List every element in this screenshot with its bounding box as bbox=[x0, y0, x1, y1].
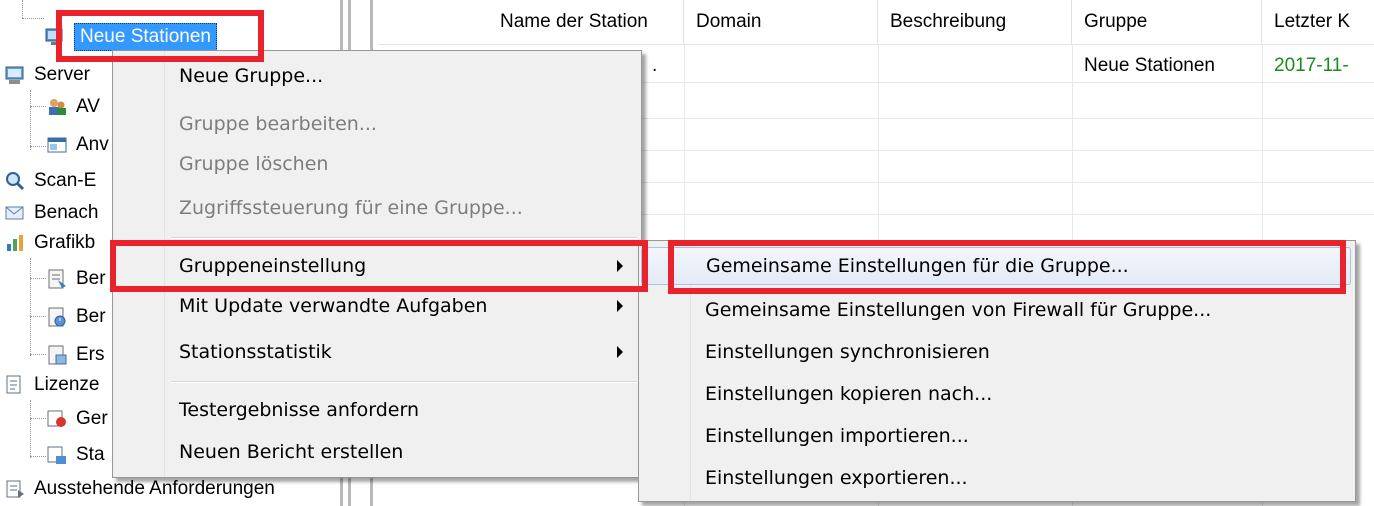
chart-icon bbox=[4, 232, 26, 254]
tree-item-label: Ausstehende Anforderungen bbox=[34, 478, 275, 499]
window-app-icon bbox=[46, 134, 68, 156]
tree-connector bbox=[30, 354, 46, 355]
tree-connector bbox=[30, 400, 31, 458]
tree-item-label: Anv bbox=[76, 134, 109, 155]
license-icon bbox=[4, 374, 26, 396]
submenu-item-synchronisieren[interactable]: Einstellungen synchronisieren bbox=[641, 333, 1351, 371]
menu-item-label: Gemeinsame Einstellungen von Firewall fü… bbox=[705, 299, 1212, 321]
menu-item-label: Einstellungen kopieren nach... bbox=[705, 383, 993, 405]
menu-item-testergebnisse[interactable]: Testergebnisse anfordern bbox=[115, 391, 639, 429]
menu-item-label: Stationsstatistik bbox=[179, 341, 332, 363]
tree-connector bbox=[22, 18, 44, 19]
column-header-description[interactable]: Beschreibung bbox=[878, 0, 1072, 44]
annotation-box-gemeinsame-einstellungen bbox=[668, 240, 1346, 294]
menu-item-label: Testergebnisse anfordern bbox=[179, 399, 419, 421]
menu-item-gruppe-loeschen[interactable]: Gruppe löschen bbox=[115, 145, 639, 183]
menu-item-label: Zugriffssteuerung für eine Gruppe... bbox=[179, 197, 523, 219]
menu-item-label: Gruppe bearbeiten... bbox=[179, 113, 377, 135]
cell-domain bbox=[684, 48, 878, 84]
menu-item-label: Gruppe löschen bbox=[179, 153, 329, 175]
license-stations-icon bbox=[46, 444, 68, 466]
tree-connector bbox=[30, 146, 46, 147]
submenu-arrow-icon bbox=[617, 346, 623, 358]
submenu-item-importieren[interactable]: Einstellungen importieren... bbox=[641, 417, 1351, 455]
menu-item-label: Neuen Bericht erstellen bbox=[179, 441, 404, 463]
menu-item-label: Neue Gruppe... bbox=[179, 65, 324, 87]
submenu-item-exportieren[interactable]: Einstellungen exportieren... bbox=[641, 459, 1351, 497]
scan-magnifier-icon bbox=[4, 170, 26, 192]
tree-connector bbox=[30, 456, 46, 457]
tree-connector bbox=[30, 316, 46, 317]
cell-group: Neue Stationen bbox=[1084, 55, 1215, 76]
report-schedule-icon bbox=[46, 306, 68, 328]
column-header-name[interactable]: Name der Station bbox=[488, 0, 684, 44]
server-icon bbox=[4, 64, 26, 86]
menu-item-neue-gruppe[interactable]: Neue Gruppe... bbox=[115, 57, 639, 95]
annotation-box-gruppeneinstellung bbox=[110, 240, 648, 292]
tree-item-label: Benach bbox=[34, 202, 99, 223]
menu-item-update-aufgaben[interactable]: Mit Update verwandte Aufgaben bbox=[115, 287, 639, 325]
column-header-group[interactable]: Gruppe bbox=[1072, 0, 1262, 44]
tree-item-ber-1[interactable]: Ber bbox=[46, 264, 106, 294]
tree-item-label: Ger bbox=[76, 408, 108, 429]
tree-connector bbox=[30, 106, 46, 107]
menu-item-label: Einstellungen synchronisieren bbox=[705, 341, 990, 363]
menu-item-label: Einstellungen exportieren... bbox=[705, 467, 968, 489]
tree-item-grafikb[interactable]: Grafikb bbox=[4, 228, 95, 258]
tree-connector bbox=[30, 418, 46, 419]
column-header-last-connection[interactable]: Letzter K bbox=[1262, 0, 1374, 44]
tree-item-label: Sta bbox=[76, 444, 105, 465]
tree-connector bbox=[30, 278, 46, 279]
menu-item-neuer-bericht[interactable]: Neuen Bericht erstellen bbox=[115, 433, 639, 471]
admin-users-icon bbox=[46, 96, 68, 118]
column-header-domain[interactable]: Domain bbox=[684, 0, 878, 44]
menu-item-label: Einstellungen importieren... bbox=[705, 425, 969, 447]
tree-item-benach[interactable]: Benach bbox=[4, 198, 98, 228]
license-devices-icon bbox=[46, 408, 68, 430]
annotation-box-neue-stationen bbox=[56, 10, 264, 62]
tree-connector bbox=[30, 258, 31, 356]
notification-icon bbox=[4, 202, 26, 224]
cell-description bbox=[878, 48, 1072, 84]
tree-item-scan[interactable]: Scan-E bbox=[4, 166, 96, 196]
tree-item-label: Scan-E bbox=[34, 170, 97, 191]
menu-item-zugriffssteuerung[interactable]: Zugriffssteuerung für eine Gruppe... bbox=[115, 189, 639, 227]
report-icon bbox=[46, 268, 68, 290]
menu-item-gruppe-bearbeiten[interactable]: Gruppe bearbeiten... bbox=[115, 105, 639, 143]
menu-separator bbox=[171, 381, 637, 383]
cell-station-name: . bbox=[652, 55, 658, 76]
submenu-item-kopieren[interactable]: Einstellungen kopieren nach... bbox=[641, 375, 1351, 413]
tree-item-server[interactable]: Server bbox=[4, 60, 90, 90]
tree-item-ausstehende-anforderungen[interactable]: Ausstehende Anforderungen bbox=[4, 474, 275, 504]
tree-item-label: AV bbox=[76, 96, 100, 117]
tree-item-label: Server bbox=[34, 64, 90, 85]
tree-item-av[interactable]: AV bbox=[46, 92, 100, 122]
pending-requests-icon bbox=[4, 478, 26, 500]
tree-item-label: Ers bbox=[76, 344, 105, 365]
menu-item-stationsstatistik[interactable]: Stationsstatistik bbox=[115, 333, 639, 371]
tree-item-ber-2[interactable]: Ber bbox=[46, 302, 106, 332]
submenu-arrow-icon bbox=[617, 300, 623, 312]
tree-connector bbox=[30, 90, 31, 150]
report-create-icon bbox=[46, 344, 68, 366]
tree-item-ger[interactable]: Ger bbox=[46, 404, 108, 434]
tree-item-anv[interactable]: Anv bbox=[46, 130, 109, 160]
tree-item-label: Ber bbox=[76, 306, 106, 327]
tree-item-sta[interactable]: Sta bbox=[46, 440, 105, 470]
tree-item-label: Ber bbox=[76, 268, 106, 289]
header-separator bbox=[378, 44, 1374, 45]
cell-last-connection: 2017-11- bbox=[1274, 55, 1349, 76]
menu-separator bbox=[171, 237, 637, 239]
submenu-item-firewall-einstellungen[interactable]: Gemeinsame Einstellungen von Firewall fü… bbox=[641, 291, 1351, 329]
tree-item-label: Lizenze bbox=[34, 374, 100, 395]
tree-item-label: Grafikb bbox=[34, 232, 96, 253]
tree-item-ers[interactable]: Ers bbox=[46, 340, 105, 370]
tree-item-lizenzen[interactable]: Lizenze bbox=[4, 370, 100, 400]
menu-item-label: Mit Update verwandte Aufgaben bbox=[179, 295, 488, 317]
tree-connector bbox=[22, 0, 23, 18]
